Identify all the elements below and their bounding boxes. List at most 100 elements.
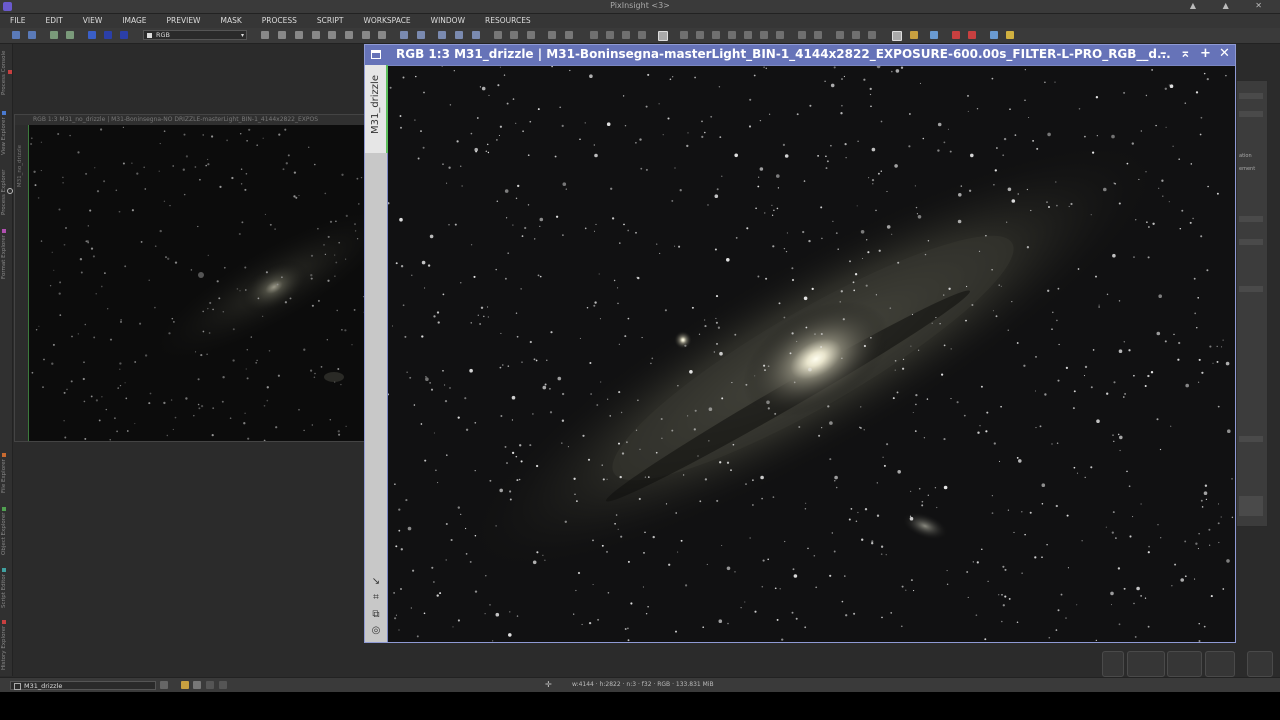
grid-icon-3[interactable] bbox=[712, 31, 720, 39]
tile-icon-2[interactable] bbox=[814, 31, 822, 39]
grid-icon-1[interactable] bbox=[680, 31, 688, 39]
zoom-1-1-icon[interactable] bbox=[438, 31, 446, 39]
tile-icon-1[interactable] bbox=[798, 31, 806, 39]
star-icon[interactable] bbox=[1006, 31, 1014, 39]
image-window-drizzle[interactable]: RGB 1:3 M31_drizzle | M31-Boninsegna-mas… bbox=[364, 44, 1236, 643]
pointer-icon[interactable] bbox=[378, 31, 386, 39]
screen-icon[interactable] bbox=[892, 31, 902, 41]
undo-icon[interactable] bbox=[12, 31, 20, 39]
overlay-button[interactable] bbox=[1102, 651, 1124, 677]
target-icon[interactable]: ◎ bbox=[370, 625, 382, 637]
save-icon[interactable] bbox=[120, 31, 128, 39]
tab-script-editor[interactable]: Script Editor bbox=[1, 564, 11, 612]
minimize-button[interactable]: – bbox=[1160, 46, 1167, 61]
image-window-no-drizzle[interactable]: RGB 1:3 M31_no_drizzle | M31-Boninsegna-… bbox=[14, 114, 366, 442]
select-icon[interactable] bbox=[328, 31, 336, 39]
menu-window[interactable]: WINDOW bbox=[421, 14, 475, 28]
mask-invert-icon[interactable] bbox=[510, 31, 518, 39]
view-tab-m31-drizzle[interactable]: M31_drizzle bbox=[365, 65, 388, 153]
window-controls[interactable]: ▲ ▲ ✕ bbox=[1190, 1, 1274, 10]
zoom-optimal-icon[interactable] bbox=[472, 31, 480, 39]
undo-all-icon[interactable] bbox=[50, 31, 58, 39]
grid-icon-7[interactable] bbox=[776, 31, 784, 39]
dock-row[interactable] bbox=[1239, 286, 1263, 292]
menu-workspace[interactable]: WORKSPACE bbox=[353, 14, 420, 28]
center-icon[interactable] bbox=[312, 31, 320, 39]
channel-g-icon[interactable] bbox=[606, 31, 614, 39]
overlay-button[interactable] bbox=[1205, 651, 1235, 677]
tab-view-explorer[interactable]: View Explorer bbox=[1, 108, 11, 158]
tile-icon-3[interactable] bbox=[836, 31, 844, 39]
fit-window-icon[interactable]: ⌗ bbox=[370, 592, 382, 604]
shrink-icon[interactable]: ↘ bbox=[370, 576, 382, 588]
new-image-icon[interactable] bbox=[88, 31, 96, 39]
zoom-fit-icon[interactable] bbox=[278, 31, 286, 39]
grid-icon-6[interactable] bbox=[760, 31, 768, 39]
menu-preview[interactable]: PREVIEW bbox=[157, 14, 211, 28]
menu-process[interactable]: PROCESS bbox=[252, 14, 307, 28]
readout-mode-icon[interactable] bbox=[193, 681, 201, 689]
maximize-button[interactable]: + bbox=[1200, 46, 1211, 61]
zoom-fit-window-icon[interactable] bbox=[455, 31, 463, 39]
dock-row[interactable] bbox=[1239, 216, 1263, 222]
menu-resources[interactable]: RESOURCES bbox=[475, 14, 541, 28]
menu-file[interactable]: FILE bbox=[0, 14, 35, 28]
tile-icon-4[interactable] bbox=[852, 31, 860, 39]
channel-b-icon[interactable] bbox=[622, 31, 630, 39]
preview-icon[interactable] bbox=[345, 31, 353, 39]
shade-button[interactable]: ⌅ bbox=[1180, 46, 1191, 61]
stf-auto-icon[interactable] bbox=[548, 31, 556, 39]
explorer-icon[interactable] bbox=[990, 31, 998, 39]
grid-icon-5[interactable] bbox=[744, 31, 752, 39]
tab-process-explorer[interactable]: Process Explorer bbox=[1, 166, 13, 218]
overlay-button[interactable] bbox=[1167, 651, 1202, 677]
tab-format-explorer[interactable]: Format Explorer bbox=[1, 226, 11, 282]
mask-enable-icon[interactable] bbox=[527, 31, 535, 39]
zoom-out-icon[interactable] bbox=[417, 31, 425, 39]
grid-icon-4[interactable] bbox=[728, 31, 736, 39]
close-button[interactable]: ✕ bbox=[1219, 46, 1230, 61]
tab-history-explorer[interactable]: History Explorer bbox=[1, 618, 11, 672]
channel-l-icon[interactable] bbox=[638, 31, 646, 39]
overlay-button[interactable] bbox=[1247, 651, 1273, 677]
grid-icon-2[interactable] bbox=[696, 31, 704, 39]
menu-script[interactable]: SCRIPT bbox=[307, 14, 354, 28]
dock-row[interactable] bbox=[1239, 93, 1263, 99]
stf-reset-icon[interactable] bbox=[565, 31, 573, 39]
channel-r-icon[interactable] bbox=[590, 31, 598, 39]
open-icon[interactable] bbox=[104, 31, 112, 39]
new-view-icon[interactable] bbox=[160, 681, 168, 689]
dock-row[interactable] bbox=[1239, 111, 1263, 117]
window-icon[interactable] bbox=[371, 50, 381, 59]
view-side-tab[interactable]: M31_no_drizzle bbox=[15, 125, 29, 441]
menu-edit[interactable]: EDIT bbox=[35, 14, 72, 28]
galaxy-image-drizzle[interactable] bbox=[388, 66, 1235, 642]
zoom-in-icon[interactable] bbox=[400, 31, 408, 39]
readout-icon[interactable] bbox=[261, 31, 269, 39]
redo-all-icon[interactable] bbox=[66, 31, 74, 39]
folder-icon[interactable] bbox=[910, 31, 918, 39]
dock-row[interactable] bbox=[1239, 496, 1263, 516]
galaxy-image-no-drizzle[interactable] bbox=[29, 125, 365, 441]
mask-show-icon[interactable] bbox=[494, 31, 502, 39]
pan-icon[interactable] bbox=[295, 31, 303, 39]
dock-row[interactable] bbox=[1239, 436, 1263, 442]
tile-icon-5[interactable] bbox=[868, 31, 876, 39]
edit-preview-icon[interactable] bbox=[362, 31, 370, 39]
menu-mask[interactable]: MASK bbox=[210, 14, 251, 28]
menu-view[interactable]: VIEW bbox=[73, 14, 113, 28]
mode-icon[interactable] bbox=[206, 681, 214, 689]
monitor-icon[interactable] bbox=[930, 31, 938, 39]
dock-row[interactable] bbox=[1239, 239, 1263, 245]
tab-process-console[interactable]: Process Console bbox=[1, 48, 12, 98]
menu-image[interactable]: IMAGE bbox=[112, 14, 156, 28]
mode-icon[interactable] bbox=[219, 681, 227, 689]
image-window-title[interactable]: RGB 1:3 M31_no_drizzle | M31-Boninsegna-… bbox=[15, 115, 365, 125]
close-all-icon[interactable] bbox=[968, 31, 976, 39]
overlay-button[interactable] bbox=[1127, 651, 1165, 677]
image-window-title-bar[interactable]: RGB 1:3 M31_drizzle | M31-Boninsegna-mas… bbox=[365, 45, 1235, 65]
tab-file-explorer[interactable]: File Explorer bbox=[1, 449, 11, 497]
color-space-select[interactable]: RGB ▾ bbox=[143, 30, 247, 40]
layout-icon[interactable] bbox=[658, 31, 668, 41]
preview-mode-icon[interactable] bbox=[181, 681, 189, 689]
